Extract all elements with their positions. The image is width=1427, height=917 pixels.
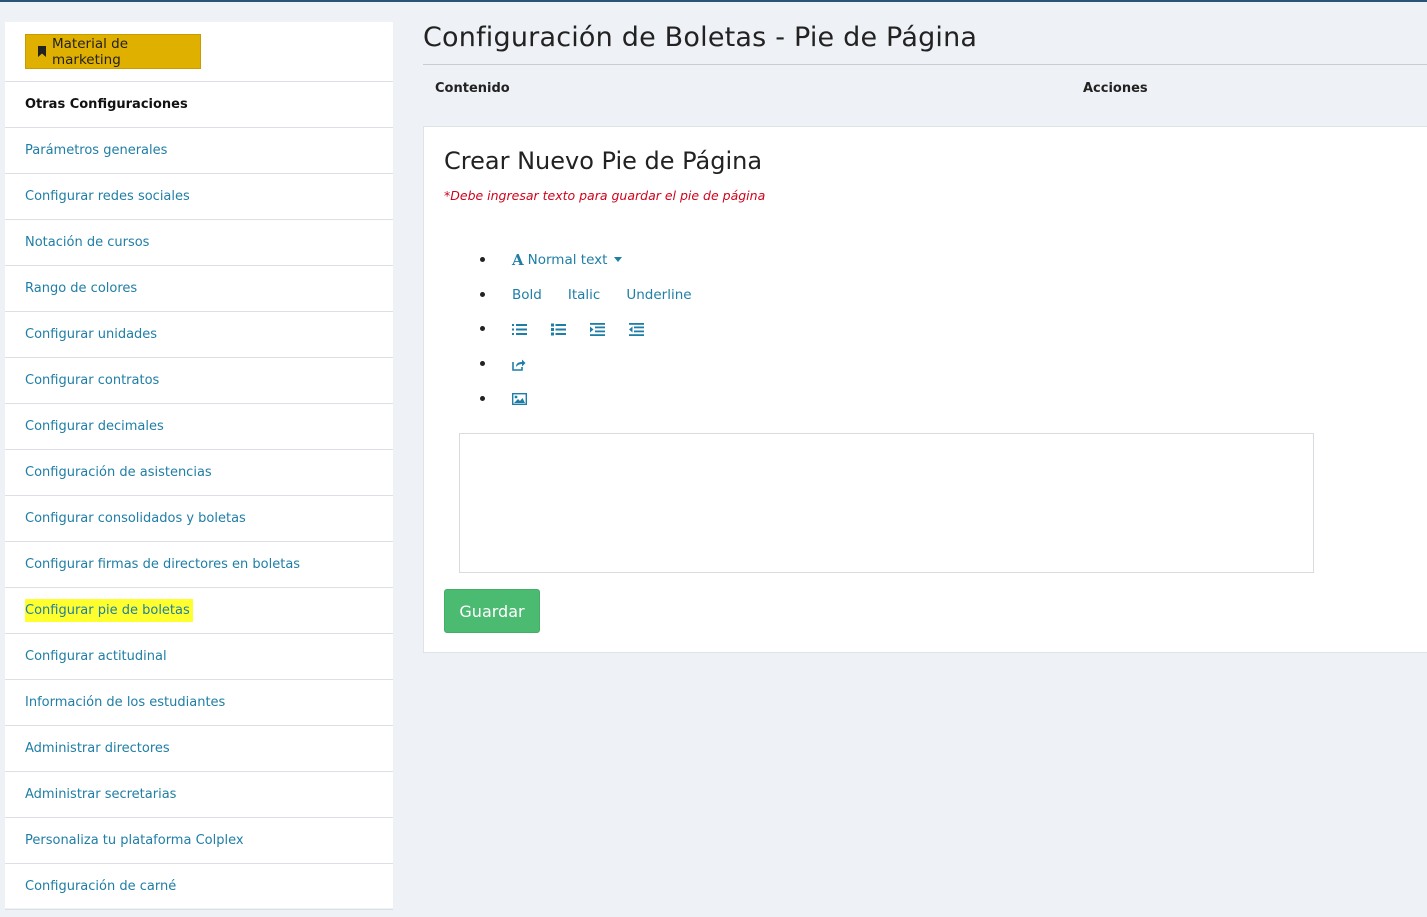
sidebar-item[interactable]: Administrar directores — [5, 726, 393, 772]
sidebar-item-label: Administrar secretarias — [25, 787, 177, 802]
ordered-list-icon[interactable] — [551, 323, 566, 336]
sidebar-item[interactable]: Configurar contratos — [5, 358, 393, 404]
sidebar-item[interactable]: Configurar consolidados y boletas — [5, 496, 393, 542]
sidebar-item-label: Configuración de carné — [25, 879, 177, 894]
sidebar-item[interactable]: Configurar decimales — [5, 404, 393, 450]
toolbar-row-link — [480, 354, 551, 374]
list-bullet — [480, 361, 485, 366]
marketing-section: Material de marketing — [5, 22, 393, 82]
toolbar-row-lists — [480, 319, 668, 339]
sidebar-item[interactable]: Configurar unidades — [5, 312, 393, 358]
bookmark-icon — [38, 46, 46, 57]
column-header-actions: Acciones — [1083, 81, 1148, 96]
create-footer-panel: Crear Nuevo Pie de Página *Debe ingresar… — [423, 126, 1427, 653]
sidebar-item[interactable]: Configurar pie de boletas — [5, 588, 393, 634]
sidebar-item-label: Configurar decimales — [25, 419, 164, 434]
sidebar-item-label: Configurar contratos — [25, 373, 160, 388]
italic-button[interactable]: Italic — [568, 287, 600, 303]
font-style-label: Normal text — [527, 252, 608, 268]
sidebar-item[interactable]: Rango de colores — [5, 266, 393, 312]
toolbar-row-format: Bold Italic Underline — [480, 285, 692, 305]
top-bar — [0, 0, 1427, 2]
page-title: Configuración de Boletas - Pie de Página — [423, 22, 978, 53]
list-bullet — [480, 257, 485, 262]
font-style-dropdown[interactable]: A Normal text — [512, 251, 623, 269]
sidebar-item[interactable]: Configurar redes sociales — [5, 174, 393, 220]
sidebar-section-header: Otras Configuraciones — [5, 82, 393, 128]
sidebar-item-label: Información de los estudiantes — [25, 695, 226, 710]
marketing-material-label: Material de marketing — [52, 35, 129, 68]
font-icon: A — [512, 251, 524, 269]
list-bullet — [480, 292, 485, 297]
toolbar-row-image — [480, 389, 551, 409]
sidebar-item-label: Configurar consolidados y boletas — [25, 511, 246, 526]
sidebar-item[interactable]: Parámetros generales — [5, 128, 393, 174]
image-icon[interactable] — [512, 392, 527, 406]
outdent-icon[interactable] — [629, 322, 644, 336]
title-divider — [423, 64, 1427, 65]
sidebar-item-label: Configurar actitudinal — [25, 649, 167, 664]
sidebar: Material de marketing Otras Configuracio… — [5, 22, 393, 910]
panel-title: Crear Nuevo Pie de Página — [444, 147, 763, 175]
sidebar-item-label: Administrar directores — [25, 741, 170, 756]
bold-button[interactable]: Bold — [512, 287, 542, 303]
caret-down-icon — [614, 256, 623, 262]
sidebar-item-label: Configurar redes sociales — [25, 189, 190, 204]
marketing-material-button[interactable]: Material de marketing — [25, 34, 201, 69]
sidebar-item-label: Configurar pie de boletas — [25, 599, 193, 622]
sidebar-item-label: Configuración de asistencias — [25, 465, 212, 480]
list-bullet — [480, 396, 485, 401]
sidebar-item[interactable]: Notación de cursos — [5, 220, 393, 266]
sidebar-item[interactable]: Configuración de carné — [5, 864, 393, 910]
unordered-list-icon[interactable] — [512, 323, 527, 336]
toolbar-row-font: A Normal text — [480, 250, 623, 270]
share-link-icon[interactable] — [512, 358, 527, 371]
footer-text-editor[interactable] — [459, 433, 1314, 573]
sidebar-item[interactable]: Configuración de asistencias — [5, 450, 393, 496]
save-button[interactable]: Guardar — [444, 589, 540, 633]
validation-warning: *Debe ingresar texto para guardar el pie… — [444, 188, 766, 203]
sidebar-item-label: Configurar firmas de directores en bolet… — [25, 557, 301, 572]
sidebar-item-label: Parámetros generales — [25, 143, 168, 158]
sidebar-item-label: Rango de colores — [25, 281, 138, 296]
sidebar-item[interactable]: Configurar actitudinal — [5, 634, 393, 680]
sidebar-item-label: Personaliza tu plataforma Colplex — [25, 833, 244, 848]
sidebar-item[interactable]: Información de los estudiantes — [5, 680, 393, 726]
list-bullet — [480, 326, 485, 331]
sidebar-item-label: Configurar unidades — [25, 327, 158, 342]
sidebar-item[interactable]: Personaliza tu plataforma Colplex — [5, 818, 393, 864]
sidebar-item-label: Notación de cursos — [25, 235, 150, 250]
sidebar-list: Parámetros generales Configurar redes soc… — [5, 128, 393, 910]
sidebar-item[interactable]: Configurar firmas de directores en bolet… — [5, 542, 393, 588]
underline-button[interactable]: Underline — [626, 287, 691, 303]
column-header-content: Contenido — [435, 81, 510, 96]
indent-icon[interactable] — [590, 322, 605, 336]
sidebar-item[interactable]: Administrar secretarias — [5, 772, 393, 818]
